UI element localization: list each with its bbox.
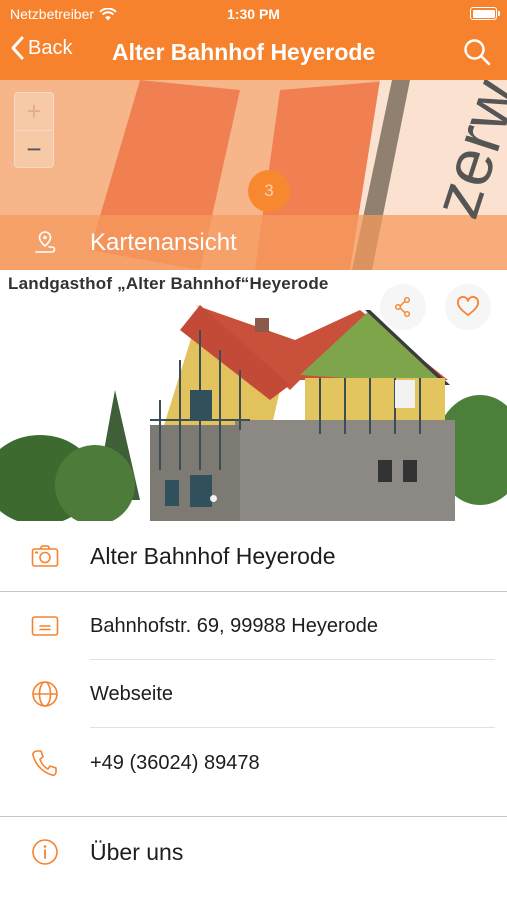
page-indicator-dot [210, 495, 217, 502]
clock: 1:30 PM [227, 6, 280, 22]
zoom-in-button[interactable]: + [15, 93, 53, 130]
camera-icon [31, 545, 59, 567]
name-row: Alter Bahnhof Heyerode [0, 521, 507, 591]
zoom-control: + − [14, 92, 54, 168]
search-button[interactable] [463, 38, 491, 71]
map-view[interactable]: zerw + − 3 Kartenansicht [0, 80, 507, 270]
phone-icon [32, 750, 57, 777]
about-row[interactable]: Über uns [0, 817, 507, 887]
map-cluster-marker[interactable]: 3 [248, 170, 290, 212]
website-row[interactable]: Webseite [0, 660, 507, 728]
address-row[interactable]: Bahnhofstr. 69, 99988 Heyerode [0, 592, 507, 660]
address-text: Bahnhofstr. 69, 99988 Heyerode [90, 614, 378, 637]
chevron-left-icon [11, 36, 24, 60]
share-button[interactable] [380, 284, 426, 330]
map-view-label: Kartenansicht [90, 228, 237, 256]
about-label: Über uns [90, 838, 184, 865]
building-photo [0, 270, 507, 521]
heart-icon [457, 296, 479, 316]
page-title: Alter Bahnhof Heyerode [112, 39, 376, 65]
search-icon [464, 39, 491, 66]
photo-caption: Landgasthof „Alter Bahnhof“Heyerode [8, 274, 329, 293]
globe-icon [32, 681, 58, 707]
map-pin-icon [35, 230, 56, 253]
place-name: Alter Bahnhof Heyerode [90, 542, 336, 569]
info-icon [32, 839, 58, 865]
website-link: Webseite [90, 682, 174, 705]
back-label: Back [28, 36, 73, 59]
address-card-icon [31, 616, 59, 636]
back-button[interactable]: Back [10, 36, 72, 60]
phone-number: +49 (36024) 89478 [90, 751, 260, 774]
favorite-button[interactable] [445, 284, 491, 330]
status-bar: Netzbetreiber 1:30 PM [0, 0, 507, 28]
phone-row[interactable]: +49 (36024) 89478 [0, 728, 507, 798]
photo-gallery[interactable]: Landgasthof „Alter Bahnhof“Heyerode [0, 270, 507, 521]
share-icon [395, 297, 410, 317]
navigation-bar: Netzbetreiber 1:30 PM Back Alter Bahnhof… [0, 0, 507, 80]
map-view-button[interactable]: Kartenansicht [0, 215, 507, 270]
zoom-out-button[interactable]: − [15, 130, 53, 167]
battery-icon [470, 7, 500, 20]
